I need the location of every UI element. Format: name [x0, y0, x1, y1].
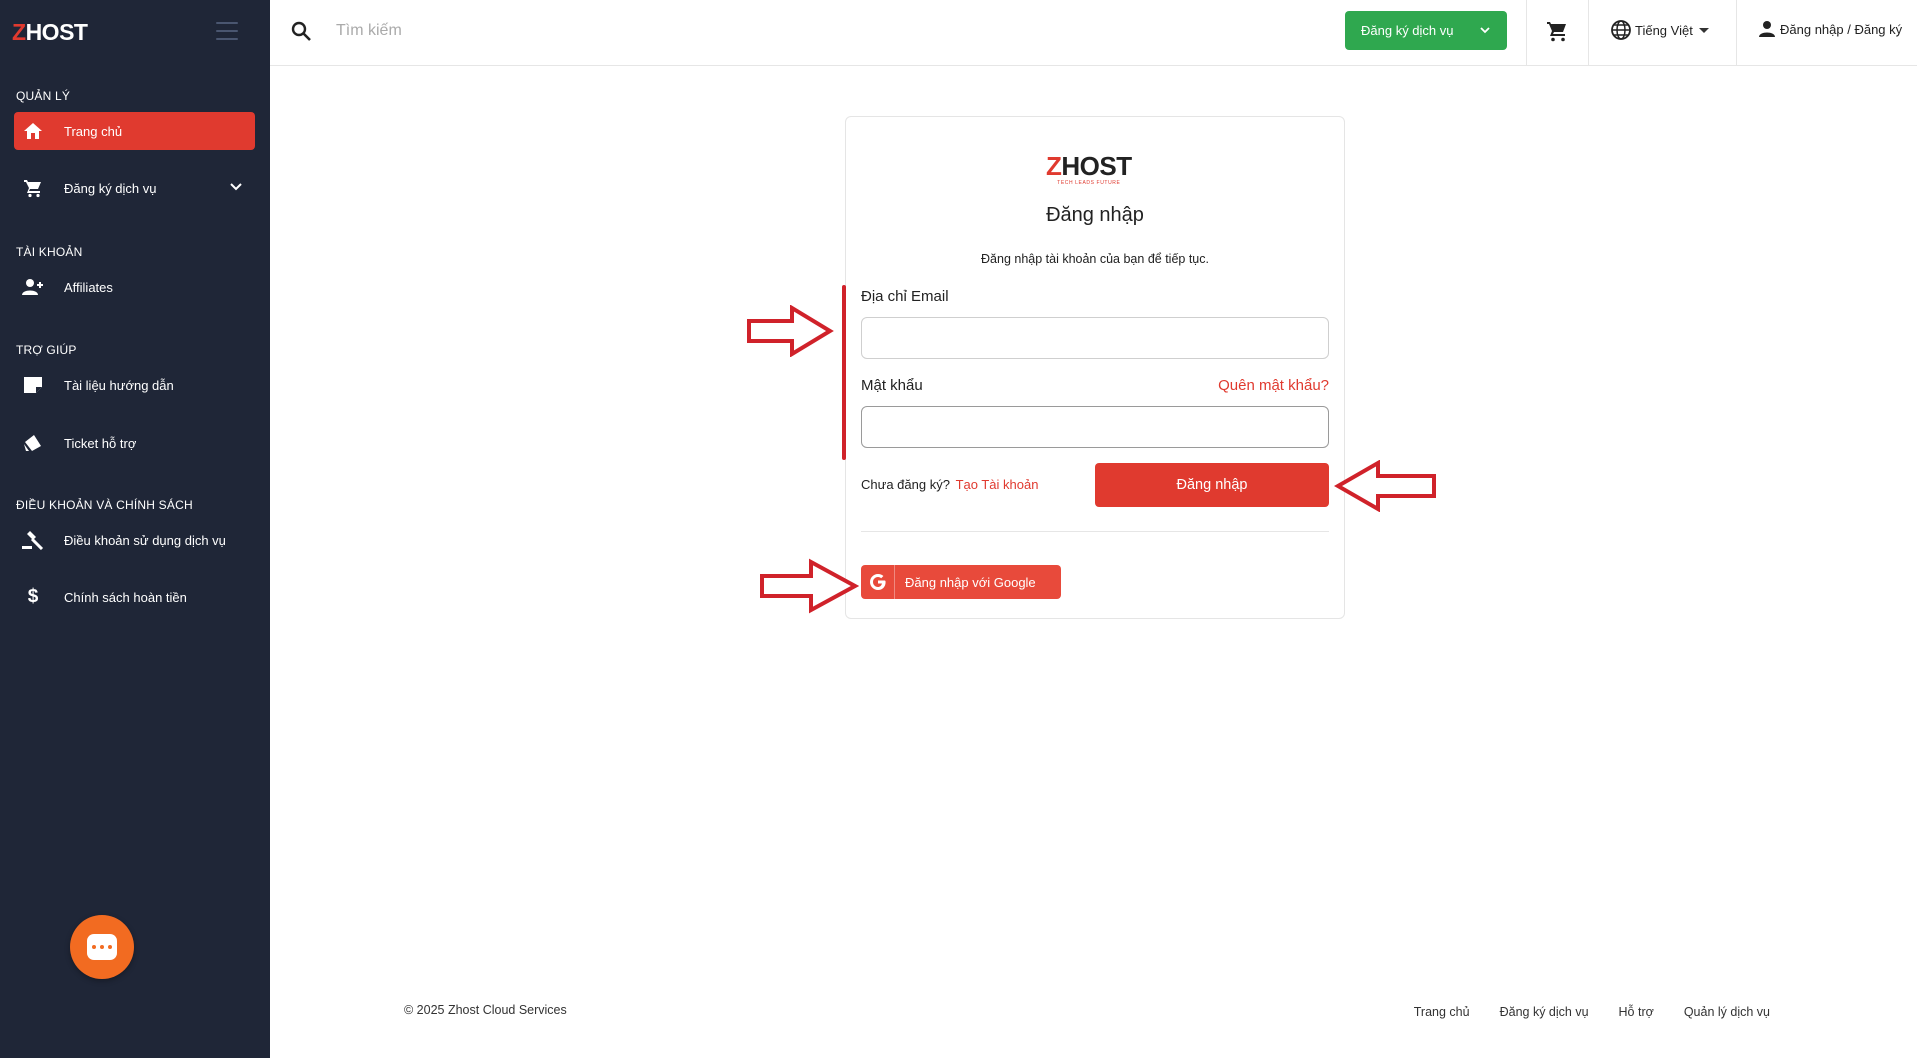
logo-tagline: TECH LEADS FUTURE — [1057, 180, 1121, 186]
sidebar-item-terms[interactable]: Điều khoản sử dụng dịch vụ — [14, 521, 255, 559]
divider — [1736, 0, 1737, 66]
annotation-arrow-right-icon — [760, 558, 859, 614]
chevron-down-icon[interactable] — [229, 180, 243, 197]
footer-link-support[interactable]: Hỗ trợ — [1619, 1005, 1654, 1019]
card-logo: ZHOST TECH LEADS FUTURE — [1046, 153, 1132, 186]
section-title-account: TÀI KHOẢN — [16, 245, 83, 259]
section-title-help: TRỢ GIÚP — [16, 343, 77, 357]
forgot-password-link[interactable]: Quên mật khẩu? — [1218, 377, 1329, 394]
sidebar-item-label: Điều khoản sử dụng dịch vụ — [64, 532, 226, 548]
search-icon[interactable] — [290, 20, 312, 47]
sidebar-item-label: Affiliates — [64, 279, 113, 295]
footer-link-register[interactable]: Đăng ký dịch vụ — [1500, 1005, 1589, 1019]
language-selector[interactable]: Tiếng Việt — [1610, 19, 1709, 41]
footer-link-home[interactable]: Trang chủ — [1414, 1005, 1470, 1019]
chat-button[interactable] — [70, 915, 134, 979]
sidebar-item-label: Chính sách hoàn tiền — [64, 589, 187, 605]
search-input[interactable] — [336, 18, 736, 44]
zhost-logo[interactable]: ZHOST — [12, 18, 88, 45]
annotation-arrow-left-icon — [1334, 460, 1436, 512]
email-label: Địa chỉ Email — [861, 288, 949, 305]
sidebar-item-home[interactable]: Trang chủ — [14, 112, 255, 150]
register-service-button[interactable]: Đăng ký dịch vụ — [1345, 11, 1507, 50]
sidebar-item-docs[interactable]: Tài liệu hướng dẫn — [14, 366, 255, 404]
login-card: ZHOST TECH LEADS FUTURE Đăng nhập Đăng n… — [845, 116, 1345, 619]
sidebar-item-label: Tài liệu hướng dẫn — [64, 377, 174, 393]
google-login-label: Đăng nhập với Google — [905, 574, 1036, 590]
note-icon — [22, 374, 44, 396]
sidebar-item-affiliates[interactable]: Affiliates — [14, 268, 255, 306]
annotation-bar — [842, 285, 846, 460]
footer-link-manage[interactable]: Quản lý dịch vụ — [1684, 1005, 1770, 1019]
login-button[interactable]: Đăng nhập — [1095, 463, 1329, 507]
password-label: Mật khẩu — [861, 377, 923, 394]
email-field[interactable] — [861, 317, 1329, 359]
login-register-link[interactable]: Đăng nhập / Đăng ký — [1758, 20, 1902, 38]
divider — [1526, 0, 1527, 66]
cart-icon[interactable] — [1545, 19, 1569, 48]
logo-z: Z — [1046, 151, 1062, 181]
logo-text: HOST — [1061, 151, 1132, 181]
divider — [861, 531, 1329, 532]
footer-copyright: © 2025 Zhost Cloud Services — [404, 1003, 567, 1017]
login-register-label: Đăng nhập / Đăng ký — [1780, 21, 1903, 37]
no-account-label: Chưa đăng ký? — [861, 477, 950, 492]
google-login-button[interactable]: Đăng nhập với Google — [861, 565, 1061, 599]
login-title: Đăng nhập — [1046, 204, 1144, 226]
section-title-policy: ĐIỀU KHOẢN VÀ CHÍNH SÁCH — [16, 498, 193, 512]
sidebar-item-label: Trang chủ — [64, 123, 123, 139]
sidebar-item-ticket[interactable]: Ticket hỗ trợ — [14, 424, 255, 462]
cart-icon — [22, 177, 44, 199]
password-field[interactable] — [861, 406, 1329, 448]
divider — [1588, 0, 1589, 66]
caret-down-icon — [1698, 27, 1709, 33]
ticket-icon — [22, 432, 44, 454]
chevron-down-icon — [1479, 24, 1491, 39]
menu-toggle-icon[interactable] — [216, 22, 238, 40]
logo-text: HOST — [25, 18, 88, 45]
sidebar: ZHOST QUẢN LÝ Trang chủ Đăng ký dịch vụ … — [0, 0, 270, 1058]
section-title-manage: QUẢN LÝ — [16, 89, 71, 103]
gavel-icon — [22, 529, 44, 551]
sidebar-item-refund[interactable]: $ Chính sách hoàn tiền — [14, 578, 255, 616]
no-account-text: Chưa đăng ký? Tạo Tài khoản — [861, 477, 1038, 492]
language-label: Tiếng Việt — [1635, 22, 1693, 38]
globe-icon — [1610, 19, 1632, 41]
sidebar-item-label: Đăng ký dịch vụ — [64, 180, 157, 196]
chat-icon — [87, 934, 117, 960]
footer-links: Trang chủ Đăng ký dịch vụ Hỗ trợ Quản lý… — [1414, 1005, 1770, 1019]
sidebar-item-label: Ticket hỗ trợ — [64, 435, 137, 451]
login-subtitle: Đăng nhập tài khoản của bạn để tiếp tục. — [981, 252, 1209, 266]
home-icon — [22, 120, 44, 142]
dollar-icon: $ — [27, 586, 39, 607]
register-service-label: Đăng ký dịch vụ — [1361, 23, 1454, 38]
topbar: Đăng ký dịch vụ Tiếng Việt Đăng nhập / Đ… — [270, 0, 1917, 66]
google-icon — [861, 565, 895, 599]
add-user-icon — [22, 276, 44, 298]
sidebar-item-register-service[interactable]: Đăng ký dịch vụ — [14, 169, 255, 207]
logo-z: Z — [12, 18, 26, 45]
annotation-arrow-right-icon — [747, 305, 834, 357]
create-account-link[interactable]: Tạo Tài khoản — [956, 477, 1039, 492]
user-icon — [1758, 20, 1776, 38]
